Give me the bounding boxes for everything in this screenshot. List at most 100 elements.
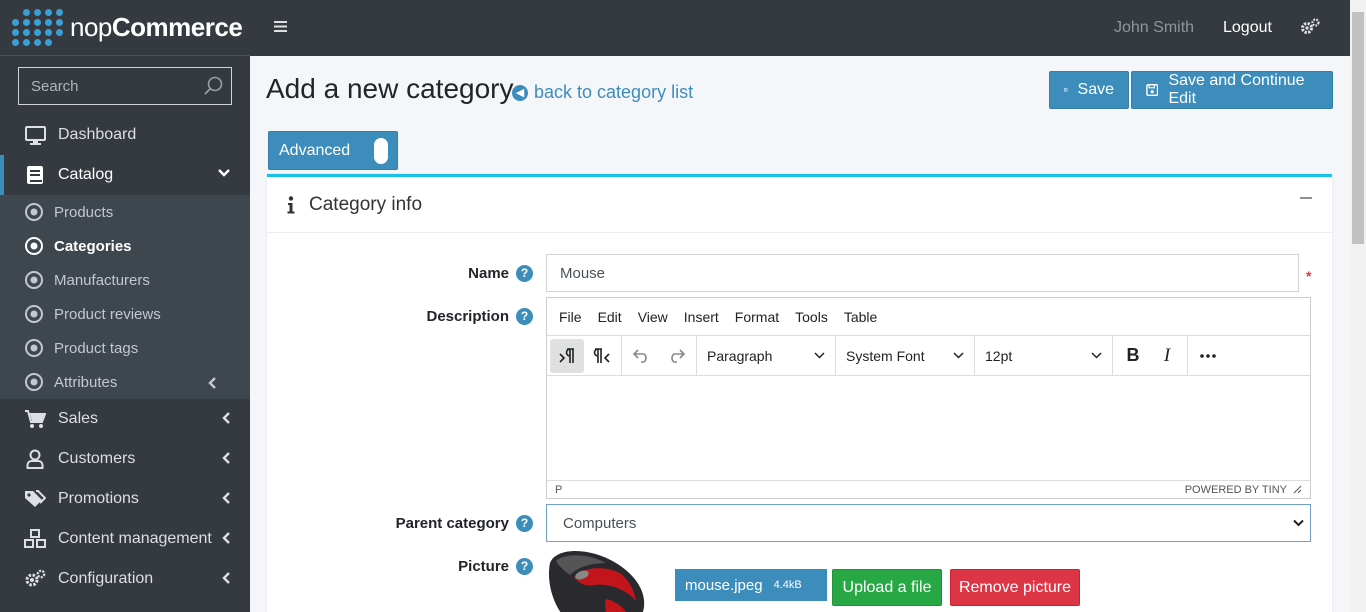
circle-dot-icon: [25, 237, 43, 255]
sidebar-item-promotions[interactable]: Promotions: [0, 479, 250, 519]
circle-dot-icon: [25, 373, 43, 391]
italic-icon[interactable]: I: [1150, 339, 1184, 373]
name-input[interactable]: [546, 254, 1299, 292]
bold-icon[interactable]: B: [1116, 339, 1150, 373]
sidebar-item-categories[interactable]: Categories: [0, 229, 250, 263]
format-group: B I: [1113, 335, 1188, 376]
current-user-name[interactable]: John Smith: [1114, 19, 1194, 37]
parent-category-label: Parent category?: [367, 513, 533, 533]
upload-file-button[interactable]: Upload a file: [832, 569, 942, 606]
page-scrollbar[interactable]: [1350, 0, 1366, 612]
save-button[interactable]: Save: [1049, 71, 1129, 109]
ltr-icon[interactable]: [550, 338, 584, 373]
sidebar-item-label: Configuration: [58, 570, 154, 587]
chevron-left-icon: [222, 492, 230, 504]
cart-icon: [24, 408, 46, 430]
help-icon[interactable]: ?: [516, 557, 533, 575]
sidebar-item-dashboard[interactable]: Dashboard: [0, 115, 250, 155]
user-icon: [24, 448, 46, 470]
sidebar-item-label: Product tags: [54, 339, 139, 357]
search-icon[interactable]: [203, 76, 223, 96]
sidebar-item-catalog[interactable]: Catalog: [0, 155, 250, 195]
catalog-submenu: Products Categories Manufacturers Produc…: [0, 195, 250, 399]
sidebar-item-product-tags[interactable]: Product tags: [0, 331, 250, 365]
cubes-icon: [24, 528, 46, 550]
tags-icon: [24, 488, 46, 510]
parent-category-select[interactable]: Computers: [546, 504, 1311, 542]
rtl-icon[interactable]: [584, 339, 618, 373]
gears-icon: [24, 568, 46, 590]
search-input[interactable]: [19, 77, 199, 95]
menu-edit[interactable]: Edit: [598, 309, 622, 325]
undo-icon[interactable]: [625, 339, 659, 373]
sidebar-item-label: Manufacturers: [54, 271, 150, 289]
sidebar-item-content-management[interactable]: Content management: [0, 519, 250, 559]
sidebar-item-label: Categories: [54, 237, 132, 255]
sidebar-item-label: Products: [54, 203, 114, 221]
block-format-select[interactable]: Paragraph: [697, 335, 836, 376]
sidebar-item-customers[interactable]: Customers: [0, 439, 250, 479]
powered-by-tiny[interactable]: POWERED BY TINY: [1185, 484, 1287, 496]
menu-insert[interactable]: Insert: [684, 309, 719, 325]
info-icon: [287, 195, 295, 213]
element-path[interactable]: P: [555, 484, 562, 496]
editor-content-area[interactable]: [547, 376, 1310, 480]
save-continue-button[interactable]: Save and Continue Edit: [1131, 71, 1333, 109]
back-link-label: back to category list: [534, 82, 694, 102]
sidebar-item-label: Product reviews: [54, 305, 161, 323]
logout-link[interactable]: Logout: [1223, 19, 1272, 37]
remove-picture-button[interactable]: Remove picture: [950, 569, 1080, 606]
settings-gears-icon[interactable]: [1300, 18, 1320, 36]
sidebar-item-configuration[interactable]: Configuration: [0, 559, 250, 599]
advanced-mode-toggle[interactable]: Advanced: [268, 131, 398, 170]
help-icon[interactable]: ?: [516, 514, 533, 532]
circle-dot-icon: [25, 305, 43, 323]
menu-format[interactable]: Format: [735, 309, 779, 325]
help-icon[interactable]: ?: [516, 264, 533, 282]
chevron-down-icon: [218, 169, 230, 177]
more-group: [1188, 336, 1228, 376]
chevron-down-icon: [953, 352, 964, 359]
editor-toolbar: Paragraph System Font 12pt B I: [547, 335, 1310, 376]
page-title: Add a new category: [266, 73, 514, 104]
redo-icon[interactable]: [659, 339, 693, 373]
sidebar-item-manufacturers[interactable]: Manufacturers: [0, 263, 250, 297]
resize-handle-icon[interactable]: [1293, 485, 1302, 494]
hamburger-menu-icon[interactable]: [274, 20, 287, 33]
save-button-label: Save: [1077, 81, 1114, 98]
brand[interactable]: nopCommerce: [0, 0, 250, 56]
sidebar-item-products[interactable]: Products: [0, 195, 250, 229]
font-family-select[interactable]: System Font: [836, 335, 975, 376]
font-size-value: 12pt: [985, 347, 1013, 364]
circle-dot-icon: [25, 271, 43, 289]
help-icon[interactable]: ?: [516, 307, 533, 325]
collapse-icon[interactable]: [1300, 197, 1312, 199]
menu-file[interactable]: File: [559, 309, 582, 325]
card-title: Category info: [309, 193, 423, 215]
name-label-text: Name: [468, 264, 509, 282]
nopcommerce-logo-icon: [12, 8, 64, 47]
history-group: [622, 335, 697, 376]
menu-table[interactable]: Table: [844, 309, 877, 325]
sidebar-item-label: Customers: [58, 450, 136, 467]
book-icon: [24, 164, 46, 186]
more-options-icon[interactable]: [1191, 339, 1225, 373]
sidebar-item-label: Attributes: [54, 373, 118, 391]
sidebar-item-label: Promotions: [58, 490, 139, 507]
chevron-down-icon: [814, 352, 825, 359]
chevron-down-icon: [1293, 519, 1304, 527]
editor-menubar: File Edit View Insert Format Tools Table: [547, 298, 1310, 336]
sidebar-item-product-reviews[interactable]: Product reviews: [0, 297, 250, 331]
scrollbar-thumb[interactable]: [1352, 12, 1364, 244]
sidebar: nopCommerce Dashboard Catalog Products C…: [0, 0, 250, 612]
back-to-list-link[interactable]: ◀ back to category list: [512, 82, 693, 103]
sidebar-item-sales[interactable]: Sales: [0, 399, 250, 439]
font-size-select[interactable]: 12pt: [975, 335, 1113, 376]
main-content: Add a new category ◀ back to category li…: [250, 56, 1350, 612]
sidebar-item-attributes[interactable]: Attributes: [0, 365, 250, 399]
card-header[interactable]: Category info: [267, 177, 1332, 233]
menu-tools[interactable]: Tools: [795, 309, 828, 325]
description-label: Description?: [367, 306, 533, 326]
chevron-left-icon: [222, 572, 230, 584]
menu-view[interactable]: View: [638, 309, 668, 325]
